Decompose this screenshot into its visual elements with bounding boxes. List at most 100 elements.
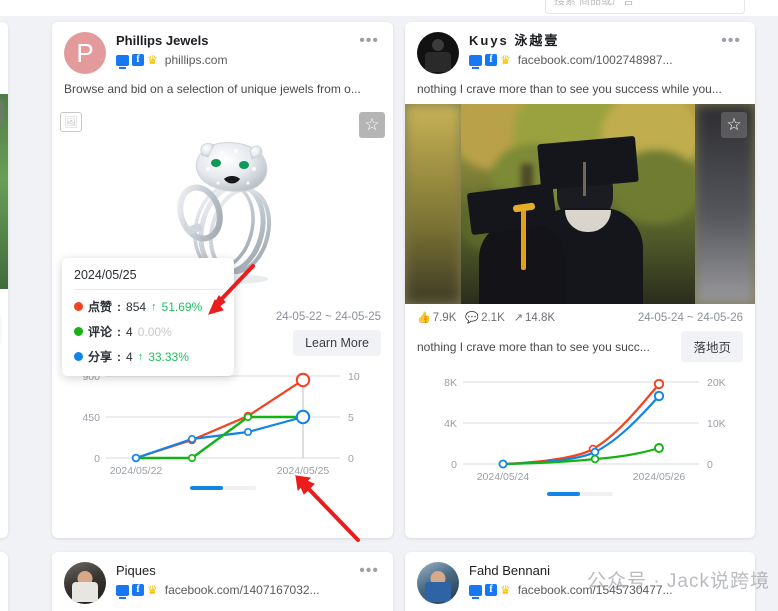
- crown-icon: ♛: [147, 583, 158, 597]
- chart-pager[interactable]: [52, 480, 393, 490]
- top-bar: 搜索 商品或广告: [0, 0, 778, 16]
- tooltip-pct-comments: 0.00%: [137, 324, 172, 339]
- favorite-star-icon[interactable]: ☆: [0, 100, 4, 126]
- card-bottom-left-partial[interactable]: •••: [0, 552, 8, 611]
- cta-row: nothing I crave more than to see you suc…: [405, 327, 755, 368]
- avatar: [417, 562, 459, 604]
- account-url[interactable]: facebook.com/1002748987...: [518, 53, 673, 67]
- svg-text:2024/05/26: 2024/05/26: [633, 471, 686, 483]
- cta-button[interactable]: Learn More: [293, 330, 381, 356]
- left-partial-media: ☆: [0, 94, 8, 289]
- account-url[interactable]: phillips.com: [165, 53, 228, 67]
- pager-active-bar: [547, 492, 580, 496]
- graduation-photo: [461, 104, 695, 304]
- tooltip-label-shares: 分享: [88, 350, 113, 364]
- account-name: Phillips Jewels: [116, 33, 209, 48]
- svg-text:450: 450: [82, 412, 100, 424]
- card-header: Piques f ♛ facebook.com/1407167032... ••…: [52, 552, 393, 611]
- tooltip-label-comments: 评论: [88, 325, 113, 339]
- pager-track[interactable]: [547, 492, 613, 496]
- stat-comments: 💬 2.1K: [465, 311, 505, 325]
- avatar: P: [64, 32, 106, 74]
- thumbs-up-icon: 👍: [417, 312, 431, 324]
- account-name: Piques: [116, 563, 156, 578]
- watermark: 公众号 · Jack说跨境: [587, 571, 770, 592]
- tooltip-pct-likes: 51.69%: [161, 299, 203, 314]
- tooltip-pct-shares: 33.33%: [148, 349, 189, 364]
- monitor-icon: [469, 54, 482, 69]
- svg-text:10K: 10K: [707, 418, 726, 430]
- legend-dot-shares: [74, 352, 83, 361]
- crown-icon: ♛: [500, 53, 511, 67]
- monitor-icon: [469, 584, 482, 599]
- left-partial-value-b: 0: [0, 373, 2, 401]
- date-range: 24-05-24 ~ 24-05-26: [637, 311, 743, 324]
- stat-likes: 👍 7.9K: [417, 311, 457, 325]
- ad-description: Browse and bid on a selection of unique …: [64, 82, 361, 96]
- card-menu-icon[interactable]: •••: [719, 32, 743, 50]
- search-input[interactable]: 搜索 商品或广告: [545, 0, 745, 14]
- avatar: [64, 562, 106, 604]
- card-header: P Phillips Jewels f ♛ phillips.com •••: [52, 22, 393, 80]
- facebook-icon: f: [132, 54, 144, 66]
- share-icon: ↗: [513, 312, 523, 324]
- legend-dot-comments: [74, 327, 83, 336]
- crown-icon: ♛: [500, 583, 511, 597]
- card-kuys[interactable]: Kuys 泳越壹 f ♛ facebook.com/1002748987... …: [405, 22, 755, 538]
- account-name: Kuys 泳越壹: [469, 33, 560, 48]
- svg-text:4K: 4K: [444, 418, 457, 430]
- account-url[interactable]: facebook.com/1407167032...: [165, 583, 320, 597]
- tooltip-value-likes: 854: [126, 299, 147, 314]
- avatar: [417, 32, 459, 74]
- svg-text:0: 0: [451, 459, 457, 471]
- facebook-icon: f: [485, 584, 497, 596]
- date-range: 24-05-22 ~ 24-05-25: [275, 311, 381, 323]
- comments-count: 2.1K: [481, 311, 505, 324]
- svg-text:2024/05/24: 2024/05/24: [477, 471, 530, 483]
- stat-shares: ↗ 14.8K: [513, 311, 556, 325]
- card-header: Kuys 泳越壹 f ♛ facebook.com/1002748987... …: [405, 22, 755, 80]
- favorite-star-icon[interactable]: ☆: [721, 112, 747, 138]
- chart-pager[interactable]: [405, 486, 755, 496]
- tooltip-row-shares: 分享: 4 ↑ 33.33%: [74, 348, 222, 365]
- left-partial-value-a: 0: [0, 345, 2, 373]
- svg-text:0: 0: [94, 453, 100, 465]
- ad-description: nothing I crave more than to see you suc…: [417, 82, 722, 96]
- legend-dot-likes: [74, 302, 83, 311]
- pager-active-bar: [189, 486, 223, 490]
- svg-text:2024/05/22: 2024/05/22: [110, 465, 163, 477]
- pager-track[interactable]: [189, 486, 256, 490]
- card-piques[interactable]: Piques f ♛ facebook.com/1407167032... ••…: [52, 552, 393, 611]
- shares-count: 14.8K: [524, 311, 556, 324]
- tooltip-value-comments: 4: [126, 324, 133, 339]
- image-type-icon: 🖼: [60, 112, 82, 132]
- card-menu-icon[interactable]: •••: [357, 32, 381, 50]
- crown-icon: ♛: [147, 53, 158, 67]
- facebook-icon: f: [485, 54, 497, 66]
- left-partial-cta-button[interactable]: 页: [0, 314, 2, 345]
- stats-row: 👍 7.9K 💬 2.1K ↗ 14.8K 24-05-24 ~ 24-05-2…: [405, 304, 755, 327]
- tooltip-label-likes: 点赞: [88, 300, 113, 314]
- page-root: 搜索 商品或广告 ☆ 05-27 页 0 0 ••• P Phillips Je…: [0, 0, 778, 611]
- trend-up-icon: ↑: [137, 350, 144, 363]
- svg-text:2024/05/25: 2024/05/25: [277, 465, 330, 477]
- favorite-star-icon[interactable]: ☆: [359, 112, 385, 138]
- chart-right[interactable]: 8K 4K 0 20K 10K 0 2024/05/24 2024/05/26: [405, 368, 755, 486]
- chart-tooltip: 2024/05/25 点赞: 854 ↑ 51.69% 评论: 4 0.00% …: [62, 258, 234, 376]
- likes-count: 7.9K: [432, 311, 457, 324]
- tooltip-row-comments: 评论: 4 0.00%: [74, 323, 222, 340]
- svg-text:0: 0: [348, 453, 354, 465]
- chart-main[interactable]: 900 450 0 10 5 0 2024/05/22 2024/05/25: [52, 362, 393, 480]
- svg-text:5: 5: [348, 412, 354, 424]
- left-partial-date-range: 05-27: [0, 289, 2, 308]
- facebook-icon: f: [132, 584, 144, 596]
- card-left-partial[interactable]: ☆ 05-27 页 0 0: [0, 22, 8, 538]
- ad-caption: nothing I crave more than to see you suc…: [417, 339, 650, 354]
- monitor-icon: [116, 54, 129, 69]
- card-menu-icon[interactable]: •••: [357, 562, 381, 580]
- svg-text:0: 0: [707, 459, 713, 471]
- ad-media[interactable]: ☆: [405, 104, 755, 304]
- comment-icon: 💬: [465, 312, 480, 324]
- cta-button[interactable]: 落地页: [681, 331, 743, 362]
- svg-text:20K: 20K: [707, 377, 726, 389]
